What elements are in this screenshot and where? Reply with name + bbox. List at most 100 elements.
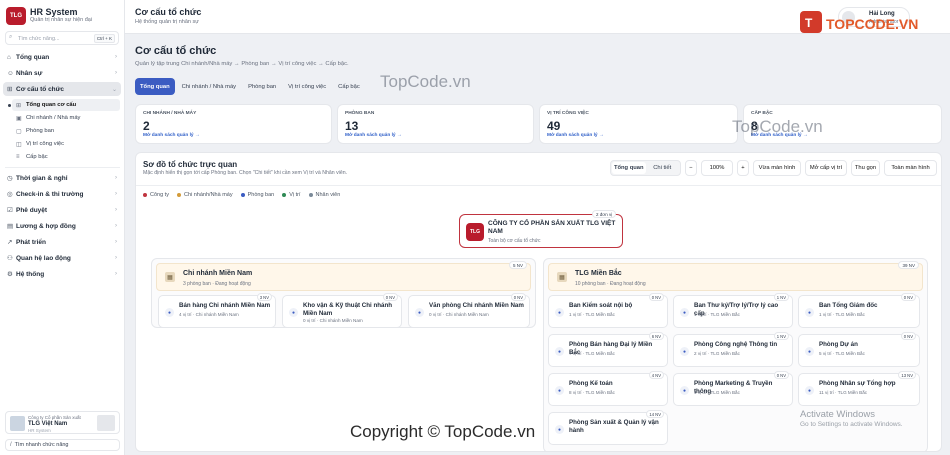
topbar-title: Cơ cấu tổ chức (135, 7, 202, 17)
sidebar-item-staff[interactable]: ☺ Nhân sự › (3, 66, 121, 80)
staff-count-badge: 0 NV (648, 293, 664, 301)
staff-count-badge: 13 NV (898, 371, 916, 379)
page-description: Quản lý tập trung Chi nhánh/Nhà máy → Ph… (135, 61, 349, 67)
dept-node[interactable]: ● Bán hàng Chi nhánh Miền Nam 4 vị trí ·… (158, 293, 276, 328)
org-root-node[interactable]: TLG CÔNG TY CỔ PHẦN SẢN XUẤT TLG VIỆT NA… (459, 210, 623, 248)
tab-positions[interactable]: Vị trí công việc (283, 78, 331, 95)
legend-item: Công ty (143, 192, 169, 198)
app-logo: TLG (6, 7, 26, 25)
sidebar-item-checkin[interactable]: ◎ Check-in & thi trường › (3, 187, 121, 201)
tab-departments[interactable]: Phòng ban (243, 78, 281, 95)
staff-count-badge: 4 NV (648, 371, 664, 379)
sidebar-item-system[interactable]: ⚙ Hệ thống › (3, 267, 121, 281)
building-image (97, 415, 115, 431)
department-icon: ● (680, 347, 689, 356)
dept-node[interactable]: ● Phòng Công nghệ Thông tin 2 vị trí · T… (673, 332, 793, 367)
stat-link[interactable]: Mở danh sách quản lý → (547, 133, 604, 138)
company-logo: TLG (466, 223, 484, 241)
legend-dot (143, 193, 147, 197)
stat-link[interactable]: Mở danh sách quản lý → (143, 133, 200, 138)
tab-levels[interactable]: Cấp bậc (333, 78, 365, 95)
sidebar-item-time[interactable]: ◷ Thời gian & nghỉ › (3, 171, 121, 185)
sidebar-item-org[interactable]: ⊞ Cơ cấu tổ chức ⌄ (3, 82, 121, 96)
chevron-right-icon: › (115, 239, 117, 245)
sidebar-item-development[interactable]: ↗ Phát triển › (3, 235, 121, 249)
pin-icon: ◎ (7, 191, 13, 198)
layers-icon: ≡ (16, 154, 20, 160)
org-chart-panel: Sơ đồ tổ chức trực quan Mặc định hiển th… (135, 152, 942, 452)
dept-node[interactable]: ● Phòng Dự án 5 vị trí · TLG Miền Bắc 0 … (798, 332, 920, 367)
tab-branches[interactable]: Chi nhánh / Nhà máy (177, 78, 241, 95)
sidebar-item-overview[interactable]: ⌂ Tổng quan › (3, 50, 121, 64)
view-toggle: Tổng quan Chi tiết (610, 160, 681, 176)
page-title: Cơ cấu tổ chức (135, 45, 217, 57)
shortcut-badge: Ctrl + K (93, 34, 115, 43)
department-icon: ● (555, 347, 564, 356)
sidebar-item-labor-relations[interactable]: ⚇ Quan hệ lao động › (3, 251, 121, 265)
sidebar-item-approval[interactable]: ☑ Phê duyệt › (3, 203, 121, 217)
stat-value: 13 (345, 119, 359, 133)
dept-node[interactable]: ● Phòng Marketing & Truyền thông 4 vị tr… (673, 371, 793, 406)
staff-count-badge: 0 NV (773, 371, 789, 379)
stat-value: 49 (547, 119, 561, 133)
chevron-right-icon: › (115, 175, 117, 181)
legend-item: Nhân viên (308, 192, 340, 198)
slash-icon: / (10, 442, 12, 448)
dept-node[interactable]: ● Phòng Bán hàng Đại lý Miền Bắc 7 vị tr… (548, 332, 668, 367)
windows-activation-title: Activate Windows (800, 409, 875, 420)
branch-header[interactable]: ▦ TLG Miền Bắc 10 phòng ban · Đang hoạt … (548, 261, 923, 291)
check-icon: ☑ (7, 207, 13, 214)
sidebar-subitem-branches[interactable]: ▣ Chi nhánh / Nhà máy (12, 112, 120, 124)
dept-node[interactable]: ● Văn phòng Chi nhánh Miền Nam 0 vị trí … (408, 293, 530, 328)
stat-link[interactable]: Mở danh sách quản lý → (345, 133, 402, 138)
zoom-out-button[interactable]: − (685, 160, 697, 176)
sidebar-search-placeholder: Tìm chức năng... (18, 36, 60, 42)
collapse-button[interactable]: Thu gọn (851, 160, 880, 176)
company-card[interactable]: Công ty Cổ phần Sản xuất TLG Việt Nam HR… (5, 411, 120, 434)
tab-overview[interactable]: Tổng quan (135, 78, 175, 95)
view-detail-button[interactable]: Chi tiết (646, 162, 680, 174)
branch-header[interactable]: ▦ Chi nhánh Miền Nam 3 phòng ban · Đang … (156, 261, 531, 291)
fullscreen-button[interactable]: Toàn màn hình (884, 160, 937, 176)
windows-activation-note: Go to Settings to activate Windows. (800, 421, 903, 428)
dept-node[interactable]: ● Phòng Kế toán 8 vị trí · TLG Miền Bắc … (548, 371, 668, 406)
legend-dot (240, 193, 245, 197)
department-icon: ● (415, 308, 424, 317)
sidebar-subitem-departments[interactable]: ▢ Phòng ban (12, 125, 120, 137)
sidebar-subitem-org-overview[interactable]: ⊞ Tổng quan cơ cấu (12, 99, 120, 111)
legend-item: Chi nhánh/Nhà máy (176, 192, 233, 198)
department-icon: ● (805, 308, 814, 317)
main-area: Cơ cấu tổ chức Hệ thống quản trị nhân sự… (125, 0, 950, 455)
topbar-subtitle: Hệ thống quản trị nhân sự (135, 19, 199, 25)
branch-name: Chi nhánh Miền Nam (183, 270, 253, 277)
topbar: Cơ cấu tổ chức Hệ thống quản trị nhân sự… (125, 0, 950, 34)
staff-count-badge: 1 NV (773, 293, 789, 301)
branch-name: TLG Miền Bắc (575, 270, 622, 277)
sidebar: TLG HR System Quản trị nhân sự hiện đại … (0, 0, 125, 455)
legend-item: Vị trí (282, 192, 301, 198)
department-icon: ● (555, 308, 564, 317)
dept-node[interactable]: ● Ban Kiểm soát nội bộ 1 vị trí · TLG Mi… (548, 293, 668, 328)
chevron-right-icon: › (115, 54, 117, 60)
dept-node[interactable]: ● Phòng Sản xuất & Quản lý vận hành 14 N… (548, 410, 668, 445)
dept-node[interactable]: ● Phòng Nhân sự Tổng hợp 11 vị trí · TLG… (798, 371, 920, 406)
expand-positions-button[interactable]: Mở cấp vị trí (805, 160, 847, 176)
quick-search-input[interactable]: / Tìm nhanh chức năng (5, 439, 120, 451)
topcode-watermark-logo: T TOPCODE.VN (800, 11, 918, 33)
sidebar-subitem-positions[interactable]: ◫ Vị trí công việc (12, 138, 120, 150)
dept-node[interactable]: ● Ban Thư ký/Trợ lý/Trợ lý cao cấp 1 vị … (673, 293, 793, 328)
dept-node[interactable]: ● Kho vận & Kỹ thuật Chi nhánh Miền Nam … (282, 293, 402, 328)
legend-dot (282, 193, 287, 197)
staff-count-badge: 0 NV (382, 293, 398, 301)
sidebar-item-payroll[interactable]: ▤ Lương & hợp đồng › (3, 219, 121, 233)
zoom-in-button[interactable]: + (737, 160, 749, 176)
department-icon: ● (805, 347, 814, 356)
department-icon: ● (680, 386, 689, 395)
sidebar-subitem-levels[interactable]: ≡ Cấp bậc (12, 151, 120, 163)
gear-icon: ⚙ (7, 271, 13, 278)
view-overview-button[interactable]: Tổng quan (612, 162, 646, 174)
fit-screen-button[interactable]: Vừa màn hình (753, 160, 801, 176)
users-icon: ☺ (7, 69, 14, 77)
dept-node[interactable]: ● Ban Tổng Giám đốc 1 vị trí · TLG Miền … (798, 293, 920, 328)
sidebar-search-input[interactable]: ⌕ Tìm chức năng... Ctrl + K (5, 31, 119, 45)
